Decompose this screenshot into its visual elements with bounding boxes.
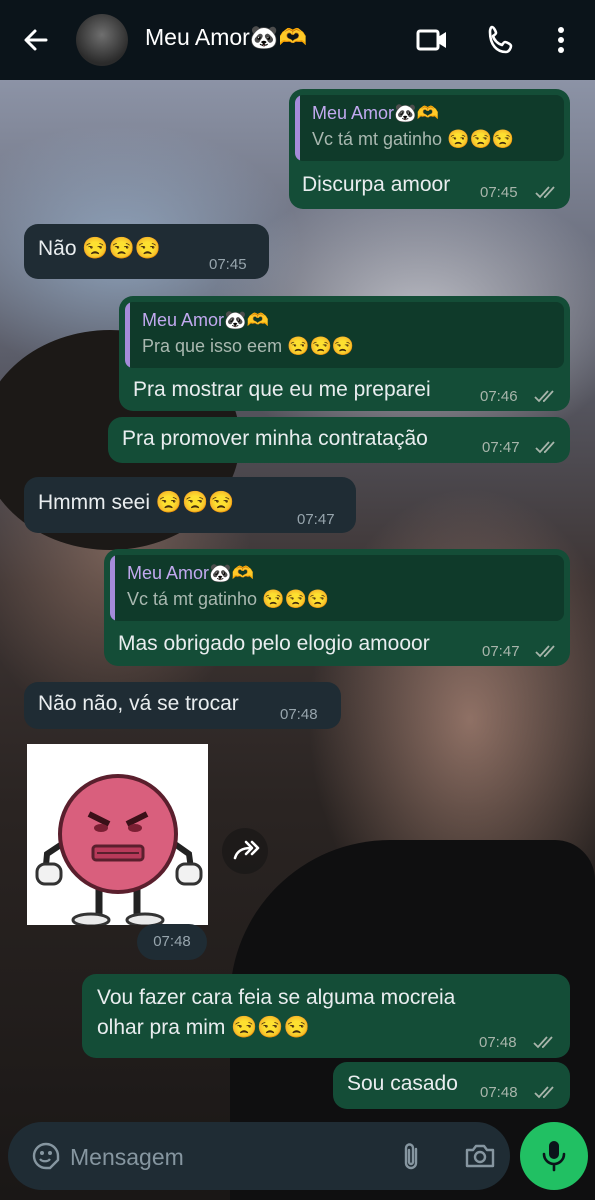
quote-author: Meu Amor🐼🫶 xyxy=(312,103,439,123)
message-time: 07:48 xyxy=(280,706,318,723)
message-bubble-outgoing[interactable]: Meu Amor🐼🫶 Pra que isso eem 😒😒😒 Pra most… xyxy=(119,296,570,411)
angry-ball-sticker[interactable] xyxy=(27,744,208,928)
message-time: 07:47 xyxy=(482,643,520,660)
quote-text: Pra que isso eem 😒😒😒 xyxy=(142,336,355,356)
chat-header: Meu Amor🐼🫶 xyxy=(0,0,595,80)
quote-accent-bar xyxy=(110,555,115,621)
message-bubble-incoming[interactable]: Não não, vá se trocar 07:48 xyxy=(24,682,341,729)
double-check-icon xyxy=(535,645,555,658)
message-bubble-outgoing[interactable]: Meu Amor🐼🫶 Vc tá mt gatinho 😒😒😒 Discurpa… xyxy=(289,89,570,209)
message-text: Sou casado xyxy=(347,1072,458,1095)
message-time: 07:48 xyxy=(479,1034,517,1051)
message-text: Não 😒😒😒 xyxy=(38,237,161,260)
message-bubble-outgoing[interactable]: Vou fazer cara feia se alguma mocreia ol… xyxy=(82,974,570,1058)
quote-accent-bar xyxy=(295,95,300,161)
forward-icon[interactable] xyxy=(222,828,268,874)
paperclip-icon[interactable] xyxy=(396,1140,428,1172)
double-check-icon xyxy=(533,1036,553,1049)
quoted-message[interactable]: Meu Amor🐼🫶 Vc tá mt gatinho 😒😒😒 xyxy=(110,555,564,621)
double-check-icon xyxy=(534,390,554,403)
quote-text: Vc tá mt gatinho 😒😒😒 xyxy=(312,129,515,149)
microphone-icon xyxy=(542,1141,566,1172)
contact-avatar[interactable] xyxy=(76,14,128,66)
message-text-line: Vou fazer cara feia se alguma mocreia xyxy=(97,986,456,1009)
message-text: Não não, vá se trocar xyxy=(38,692,239,715)
message-input[interactable] xyxy=(68,1136,372,1178)
contact-name[interactable]: Meu Amor🐼🫶 xyxy=(145,24,307,51)
quote-author: Meu Amor🐼🫶 xyxy=(142,310,269,330)
message-text-line: olhar pra mim 😒😒😒 xyxy=(97,1016,310,1039)
sticker-time: 07:48 xyxy=(137,924,207,960)
message-text: Pra promover minha contratação xyxy=(122,427,428,450)
message-time: 07:45 xyxy=(480,184,518,201)
double-check-icon xyxy=(535,186,555,199)
message-time: 07:46 xyxy=(480,388,518,405)
message-bubble-outgoing[interactable]: Sou casado 07:48 xyxy=(333,1062,570,1109)
quote-text: Vc tá mt gatinho 😒😒😒 xyxy=(127,589,330,609)
message-bubble-incoming[interactable]: Não 😒😒😒 07:45 xyxy=(24,224,269,279)
quoted-message[interactable]: Meu Amor🐼🫶 Vc tá mt gatinho 😒😒😒 xyxy=(295,95,564,161)
message-bubble-incoming[interactable]: Hmmm seei 😒😒😒 07:47 xyxy=(24,477,356,533)
message-time: 07:47 xyxy=(297,511,335,528)
quoted-message[interactable]: Meu Amor🐼🫶 Pra que isso eem 😒😒😒 xyxy=(125,302,564,368)
more-options-icon[interactable] xyxy=(546,22,576,58)
quote-author: Meu Amor🐼🫶 xyxy=(127,563,254,583)
message-text: Discurpa amoor xyxy=(302,173,451,196)
phone-icon[interactable] xyxy=(484,22,520,58)
message-time: 07:47 xyxy=(482,439,520,456)
message-text: Hmmm seei 😒😒😒 xyxy=(38,491,235,514)
video-call-icon[interactable] xyxy=(414,22,450,58)
back-arrow-icon[interactable] xyxy=(18,22,54,58)
message-time: 07:45 xyxy=(209,256,247,273)
message-bubble-outgoing[interactable]: Meu Amor🐼🫶 Vc tá mt gatinho 😒😒😒 Mas obri… xyxy=(104,549,570,666)
microphone-button[interactable] xyxy=(520,1122,588,1190)
double-check-icon xyxy=(535,441,555,454)
double-check-icon xyxy=(534,1086,554,1099)
message-text: Mas obrigado pelo elogio amooor xyxy=(118,632,430,655)
message-composer xyxy=(8,1122,510,1190)
message-text: Pra mostrar que eu me preparei xyxy=(133,378,431,401)
emoji-icon[interactable] xyxy=(30,1140,62,1172)
message-time: 07:48 xyxy=(480,1084,518,1101)
camera-icon[interactable] xyxy=(463,1140,497,1172)
quote-accent-bar xyxy=(125,302,130,368)
message-bubble-outgoing[interactable]: Pra promover minha contratação 07:47 xyxy=(108,417,570,463)
